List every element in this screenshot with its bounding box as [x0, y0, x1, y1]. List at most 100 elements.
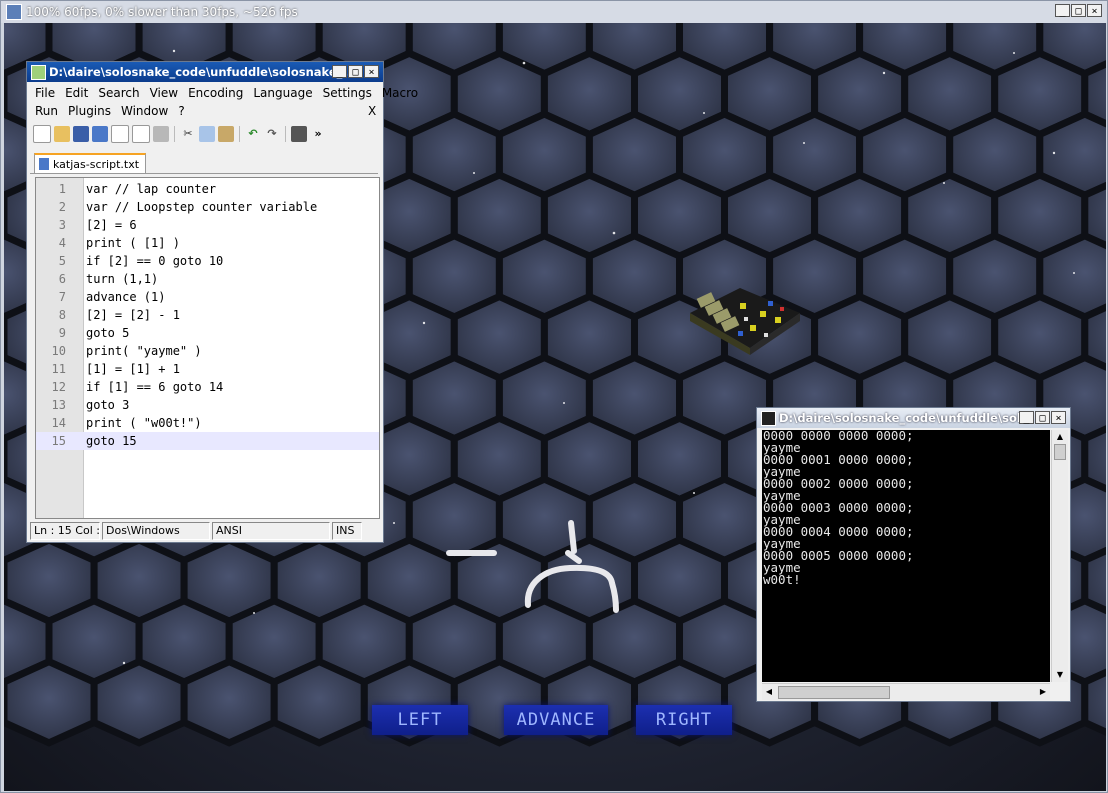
advance-button[interactable]: ADVANCE	[504, 705, 608, 735]
code-text: if [2] == 0 goto 10	[86, 254, 224, 268]
line-number: 4	[58, 236, 66, 250]
console-close-button[interactable]: ×	[1051, 411, 1066, 424]
menu-encoding[interactable]: Encoding	[183, 86, 248, 100]
code-line[interactable]: 10 print( "yayme" )	[36, 342, 379, 360]
code-text: print( "yayme" )	[86, 344, 202, 358]
notepad-window: D:\daire\solosnake_code\unfuddle\solosna…	[26, 61, 418, 543]
console-title: D:\daire\solosnake_code\unfuddle\sol...	[779, 411, 1034, 425]
menu-plugins[interactable]: Plugins	[63, 104, 116, 118]
find-icon[interactable]	[291, 126, 307, 142]
code-text: turn (1,1)	[86, 272, 159, 286]
line-number: 5	[58, 254, 66, 268]
toolbar-more-icon[interactable]: »	[310, 126, 326, 142]
code-line[interactable]: 8 [2] = [2] - 1	[36, 306, 379, 324]
code-text: [1] = [1] + 1	[86, 362, 180, 376]
code-text: print ( "w00t!")	[86, 416, 202, 430]
save-icon[interactable]	[73, 126, 89, 142]
console-maximize-button[interactable]: □	[1035, 411, 1050, 424]
hscroll-thumb[interactable]	[778, 686, 890, 699]
menu-close-document[interactable]: X	[368, 104, 376, 118]
close-file-icon[interactable]	[111, 125, 129, 143]
code-line[interactable]: 7 advance (1)	[36, 288, 379, 306]
code-text: advance (1)	[86, 290, 166, 304]
code-text: var // Loopstep counter variable	[86, 200, 318, 214]
hex-tile	[90, 657, 188, 747]
line-number: 7	[58, 290, 66, 304]
scroll-left-arrow-icon[interactable]: ◀	[762, 684, 776, 700]
code-line[interactable]: 2 var // Loopstep counter variable	[36, 198, 379, 216]
menu-bar-row2: Run Plugins Window ?	[30, 104, 190, 118]
code-line[interactable]: 6 turn (1,1)	[36, 270, 379, 288]
status-bar: Ln : 15 Col : Dos\Windows ANSI INS	[30, 522, 380, 540]
new-file-icon[interactable]	[33, 125, 51, 143]
line-number: 8	[58, 308, 66, 322]
print-icon[interactable]	[153, 126, 169, 142]
menu-settings[interactable]: Settings	[318, 86, 377, 100]
menu-view[interactable]: View	[145, 86, 183, 100]
console-output[interactable]: 0000 0000 0000 0000; yayme 0000 0001 0000 …	[762, 430, 1050, 682]
status-mode: INS	[332, 522, 362, 540]
notepad-close-button[interactable]: ×	[364, 65, 379, 78]
code-line[interactable]: 12 if [1] == 6 goto 14	[36, 378, 379, 396]
console-line: 0000 0002 0000 0000;	[763, 476, 914, 491]
menu-edit[interactable]: Edit	[60, 86, 93, 100]
minimize-button[interactable]: _	[1055, 4, 1070, 17]
code-line[interactable]: 13 goto 3	[36, 396, 379, 414]
close-all-icon[interactable]	[132, 125, 150, 143]
open-folder-icon[interactable]	[54, 126, 70, 142]
line-number: 2	[58, 200, 66, 214]
game-window-titlebar[interactable]: 100% 60fps, 0% slower than 30fps, ~526 f…	[1, 1, 1107, 23]
toolbar: ✂ ↶ ↷ »	[33, 124, 326, 144]
left-button[interactable]: LEFT	[372, 705, 468, 735]
undo-icon[interactable]: ↶	[245, 126, 261, 142]
scroll-thumb[interactable]	[1054, 444, 1066, 460]
scroll-down-arrow-icon[interactable]: ▼	[1052, 668, 1068, 682]
close-button[interactable]: ×	[1087, 4, 1102, 17]
paste-icon[interactable]	[218, 126, 234, 142]
code-line[interactable]: 3 [2] = 6	[36, 216, 379, 234]
scroll-right-arrow-icon[interactable]: ▶	[1036, 684, 1050, 700]
cut-icon[interactable]: ✂	[180, 126, 196, 142]
console-horizontal-scrollbar[interactable]: ◀ ▶	[762, 683, 1050, 700]
console-minimize-button[interactable]: _	[1019, 411, 1034, 424]
console-line: w00t!	[763, 572, 801, 587]
code-editor[interactable]: 1 var // lap counter 2 var // Loopstep coun…	[35, 177, 380, 519]
code-text: if [1] == 6 goto 14	[86, 380, 224, 394]
menu-search[interactable]: Search	[93, 86, 144, 100]
menu-language[interactable]: Language	[248, 86, 317, 100]
menu-help[interactable]: ?	[173, 104, 189, 118]
notepad-titlebar[interactable]: D:\daire\solosnake_code\unfuddle\solosna…	[27, 62, 383, 82]
menu-bar: File Edit Search View Encoding Language …	[30, 86, 423, 100]
code-line[interactable]: 4 print ( [1] )	[36, 234, 379, 252]
menu-run[interactable]: Run	[30, 104, 63, 118]
redo-icon[interactable]: ↷	[264, 126, 280, 142]
console-line: 0000 0001 0000 0000;	[763, 452, 914, 467]
save-all-icon[interactable]	[92, 126, 108, 142]
code-line[interactable]: 9 goto 5	[36, 324, 379, 342]
menu-file[interactable]: File	[30, 86, 60, 100]
line-number: 10	[51, 344, 66, 358]
console-vertical-scrollbar[interactable]: ▲ ▼	[1051, 430, 1068, 682]
tab-katjas-script[interactable]: katjas-script.txt	[34, 153, 147, 173]
code-line[interactable]: 5 if [2] == 0 goto 10	[36, 252, 379, 270]
scroll-up-arrow-icon[interactable]: ▲	[1052, 430, 1068, 444]
code-line[interactable]: 11 [1] = [1] + 1	[36, 360, 379, 378]
right-button[interactable]: RIGHT	[636, 705, 732, 735]
line-number: 13	[51, 398, 66, 412]
code-line[interactable]: 14 print ( "w00t!")	[36, 414, 379, 432]
menu-macro[interactable]: Macro	[377, 86, 423, 100]
code-line[interactable]: 15 goto 15	[36, 432, 379, 450]
notepad-minimize-button[interactable]: _	[332, 65, 347, 78]
console-line: 0000 0003 0000 0000;	[763, 500, 914, 515]
code-text: goto 5	[86, 326, 130, 340]
line-number: 1	[58, 182, 66, 196]
copy-icon[interactable]	[199, 126, 215, 142]
code-line[interactable]: 1 var // lap counter	[36, 180, 379, 198]
line-number: 6	[58, 272, 66, 286]
tab-label: katjas-script.txt	[53, 157, 140, 171]
notepad-app-icon	[31, 65, 46, 80]
app-icon	[6, 4, 22, 20]
notepad-maximize-button[interactable]: □	[348, 65, 363, 78]
menu-window[interactable]: Window	[116, 104, 173, 118]
maximize-button[interactable]: □	[1071, 4, 1086, 17]
